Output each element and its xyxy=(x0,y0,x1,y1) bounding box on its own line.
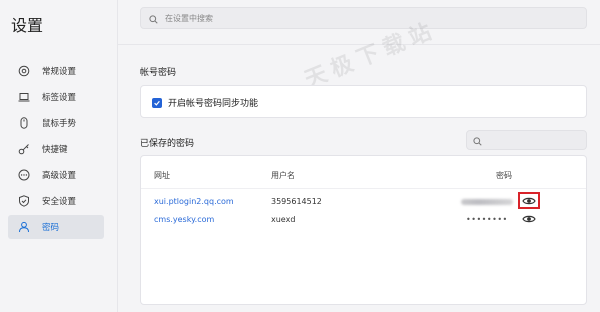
more-icon xyxy=(18,169,30,181)
column-header-username: 用户名 xyxy=(271,171,295,180)
sidebar-item-label: 高级设置 xyxy=(42,171,77,181)
show-password-button[interactable] xyxy=(518,192,540,209)
username-cell: 3595614512 xyxy=(271,197,322,206)
sidebar-item-advanced[interactable]: 高级设置 xyxy=(8,163,104,187)
sidebar: 设置 常规设置 标签设置 鼠标手势 快捷键 高级设置 安全设置 密码 xyxy=(0,0,117,312)
sync-card: 开启帐号密码同步功能 xyxy=(140,85,587,118)
sidebar-item-mouse-gestures[interactable]: 鼠标手势 xyxy=(8,111,104,135)
app-title: 设置 xyxy=(11,16,44,35)
column-header-password: 密码 xyxy=(496,171,512,180)
sidebar-item-label: 快捷键 xyxy=(42,145,68,155)
sync-checkbox[interactable] xyxy=(152,97,162,108)
sidebar-divider xyxy=(117,0,118,312)
sidebar-item-label: 密码 xyxy=(42,223,60,233)
passwords-table: 网址 用户名 密码 xui.ptlogin2.qq.com 3595614512… xyxy=(140,155,587,305)
user-icon xyxy=(18,221,30,233)
sidebar-item-shortcuts[interactable]: 快捷键 xyxy=(8,137,104,161)
password-search[interactable] xyxy=(466,130,587,150)
username-cell: xuexd xyxy=(271,215,296,224)
sync-label: 开启帐号密码同步功能 xyxy=(168,99,259,109)
sidebar-item-general[interactable]: 常规设置 xyxy=(8,59,104,83)
sync-toggle-row[interactable]: 开启帐号密码同步功能 xyxy=(152,96,258,109)
sidebar-item-tabs[interactable]: 标签设置 xyxy=(8,85,104,109)
sidebar-item-passwords[interactable]: 密码 xyxy=(8,215,104,239)
search-icon xyxy=(473,131,482,150)
laptop-icon xyxy=(18,91,30,103)
site-link[interactable]: cms.yesky.com xyxy=(154,215,214,224)
key-icon xyxy=(18,143,30,155)
header-divider-line xyxy=(141,188,586,189)
account-section-title: 帐号密码 xyxy=(140,68,177,78)
column-header-site: 网址 xyxy=(154,171,170,180)
eye-icon xyxy=(522,197,536,204)
settings-search[interactable] xyxy=(140,7,587,29)
show-password-button[interactable] xyxy=(519,212,539,226)
sidebar-item-label: 标签设置 xyxy=(42,93,77,103)
eye-icon xyxy=(522,215,536,223)
table-row: cms.yesky.com xuexd •••••••• xyxy=(141,211,586,229)
mouse-icon xyxy=(18,117,30,129)
sidebar-item-label: 安全设置 xyxy=(42,197,77,207)
settings-icon xyxy=(18,65,30,77)
shield-icon xyxy=(18,195,30,207)
search-input[interactable] xyxy=(163,12,567,24)
table-row: xui.ptlogin2.qq.com 3595614512 xyxy=(141,192,586,211)
search-icon xyxy=(149,9,158,28)
saved-section-title: 已保存的密码 xyxy=(140,139,195,149)
sidebar-item-label: 鼠标手势 xyxy=(42,119,77,129)
password-blurred xyxy=(461,199,513,205)
sidebar-item-security[interactable]: 安全设置 xyxy=(8,189,104,213)
password-masked: •••••••• xyxy=(466,215,508,224)
sidebar-nav: 常规设置 标签设置 鼠标手势 快捷键 高级设置 安全设置 密码 xyxy=(8,59,104,241)
sidebar-item-label: 常规设置 xyxy=(42,67,77,77)
site-link[interactable]: xui.ptlogin2.qq.com xyxy=(154,197,234,206)
